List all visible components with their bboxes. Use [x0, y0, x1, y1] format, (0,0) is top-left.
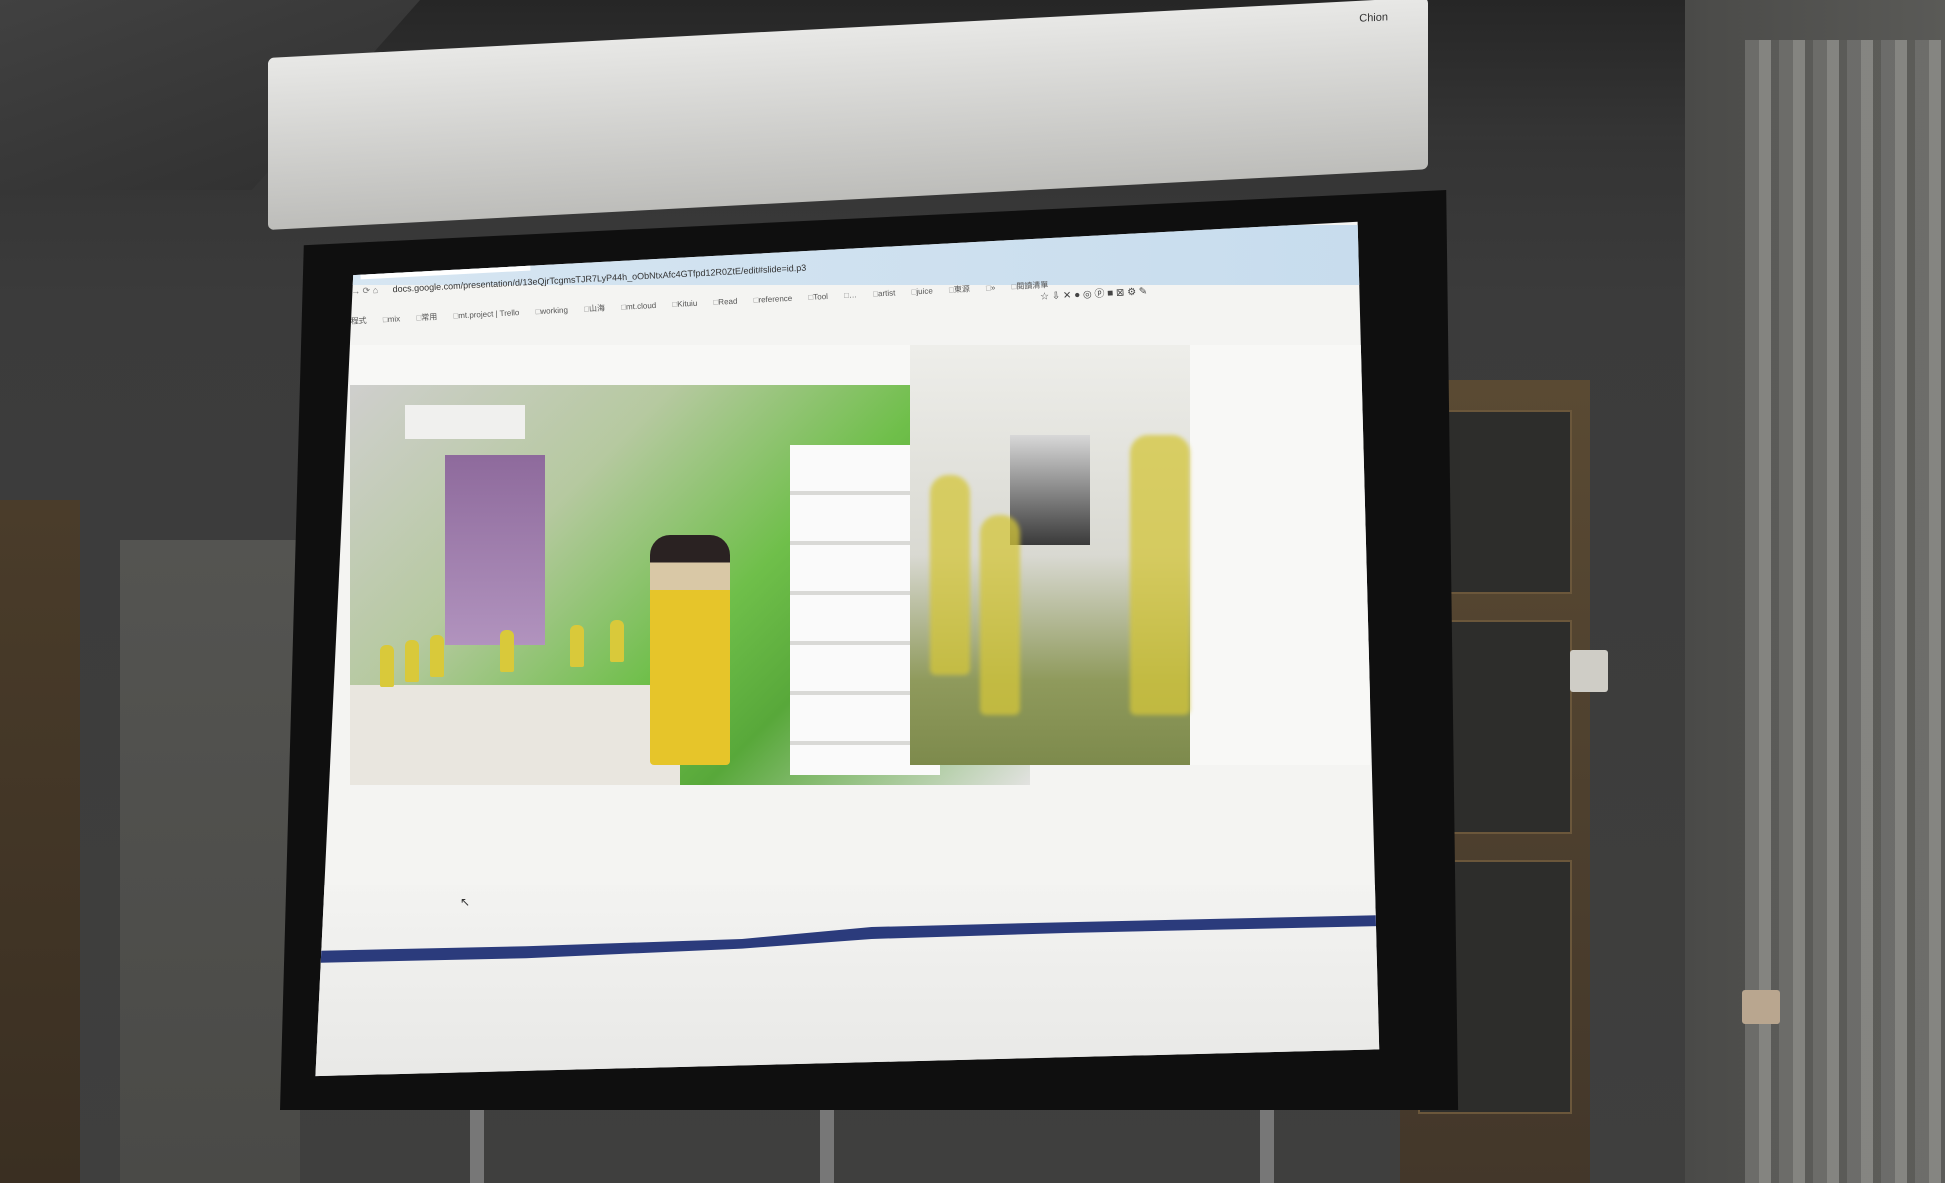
bookmark-item[interactable]: reference [753, 294, 792, 305]
bookmark-item[interactable]: 常用 [416, 311, 437, 323]
slide-photo-area [350, 345, 1370, 785]
bookmark-item[interactable]: … [844, 290, 857, 300]
white-counter [350, 685, 680, 785]
juice-bottle [380, 645, 394, 687]
juice-bottle [570, 625, 584, 667]
bookmark-item[interactable]: Read [713, 297, 738, 307]
wall-switch [1742, 990, 1780, 1024]
screen-stand-leg [820, 1110, 834, 1183]
reading-list-button[interactable]: 閱讀清單 [1011, 279, 1048, 292]
blurred-bottle [1130, 435, 1190, 715]
juice-bottle [430, 635, 444, 677]
projected-browser-window: The Seam between two spac × + ☆ ⇩ ✕ ● ◎ … [315, 221, 1380, 1077]
wall-socket [1570, 650, 1608, 692]
woman-in-yellow-apron [650, 535, 730, 765]
bookmark-item[interactable]: working [535, 306, 568, 317]
blurred-bottles-photo [910, 345, 1190, 765]
bookmark-item[interactable]: 東源 [949, 283, 970, 295]
air-conditioner [405, 405, 525, 439]
bookmark-item[interactable]: 山海 [584, 303, 605, 315]
bookmark-item[interactable]: » [986, 283, 996, 292]
juice-bottle [405, 640, 419, 682]
juice-bottle [610, 620, 624, 662]
blue-ink-stroke [315, 915, 1380, 963]
left-door [120, 540, 300, 1183]
portrait-poster [1010, 435, 1090, 545]
bookmark-item[interactable]: mt.project | Trello [453, 308, 520, 320]
bookmark-item[interactable]: Tool [808, 292, 828, 302]
brand-label: Chion [1359, 11, 1388, 25]
left-bookshelf [0, 500, 80, 1183]
purple-curtain [445, 455, 545, 645]
bookmark-item[interactable]: mix [383, 314, 400, 324]
screen-stand-leg [470, 1110, 484, 1183]
bookmark-item[interactable]: Kituiu [672, 299, 697, 309]
juice-bottle [500, 630, 514, 672]
bookmark-item[interactable]: mt.cloud [621, 301, 657, 312]
screen-stand-leg [1260, 1110, 1274, 1183]
blurred-bottle [930, 475, 970, 675]
mouse-cursor-icon: ↖ [460, 895, 471, 909]
bookmark-item[interactable]: juice [911, 286, 933, 296]
bookmark-item[interactable]: artist [873, 288, 896, 298]
blurred-bottle [980, 515, 1020, 715]
